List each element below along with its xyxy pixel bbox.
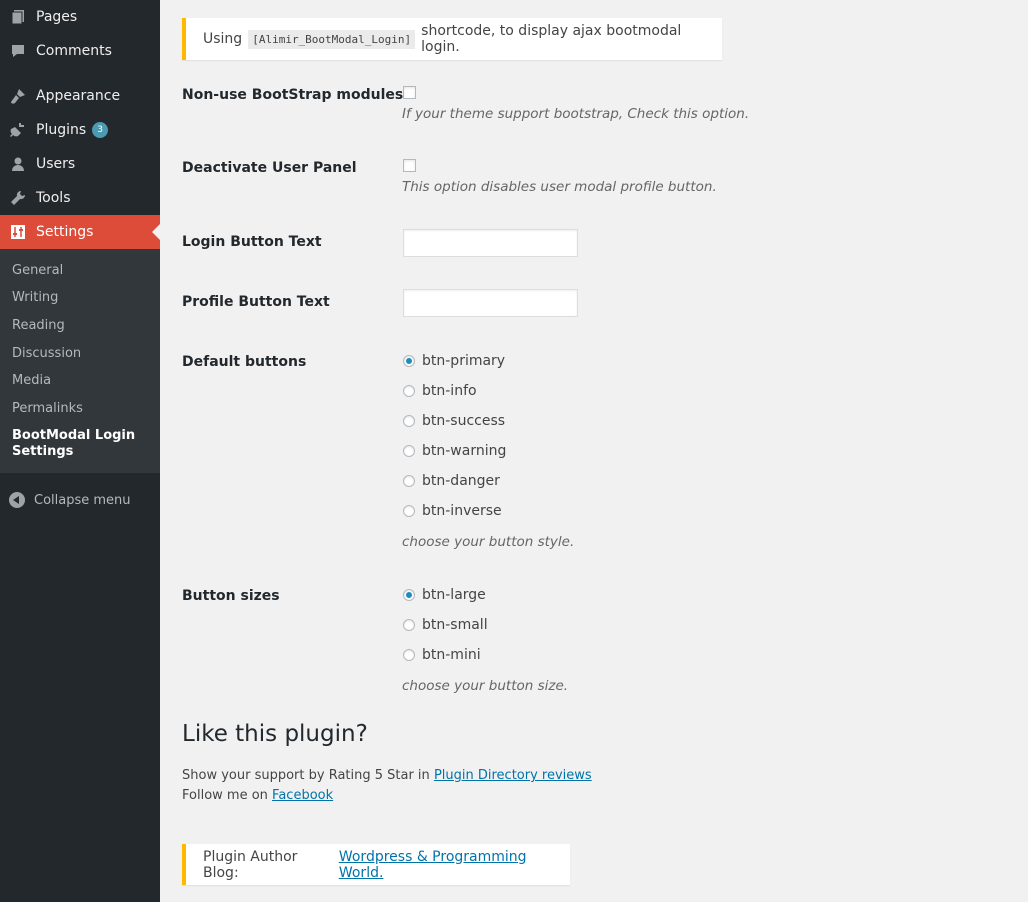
menu-comments[interactable]: Comments [0,34,160,68]
paintbrush-icon [0,87,36,105]
radio-label: btn-inverse [422,503,502,519]
radio-input[interactable] [403,355,415,367]
deactivate-panel-label: Deactivate User Panel [182,160,357,176]
menu-users[interactable]: Users [0,147,160,181]
shortcode-notice-before: Using [203,31,243,47]
facebook-link[interactable]: Facebook [272,788,333,803]
support-text: Show your support by Rating 5 Star in [182,768,430,783]
menu-appearance[interactable]: Appearance [0,79,160,113]
submenu-discussion[interactable]: Discussion [12,346,81,362]
radio-btn-inverse[interactable]: btn-inverse [403,503,502,519]
radio-btn-mini[interactable]: btn-mini [403,647,481,663]
radio-btn-large[interactable]: btn-large [403,587,486,603]
shortcode-code: [Alimir_BootModal_Login] [248,29,416,49]
profile-button-text-label: Profile Button Text [182,294,330,310]
radio-label: btn-mini [422,647,481,663]
plugins-update-badge: 3 [92,122,109,138]
current-menu-arrow [152,224,160,240]
submenu-writing[interactable]: Writing [12,290,58,306]
radio-label: btn-primary [422,353,506,369]
profile-button-text-input[interactable] [403,289,578,317]
menu-tools-label: Tools [36,190,71,206]
menu-comments-label: Comments [36,43,112,59]
pages-icon [0,9,36,25]
menu-settings[interactable]: Settings [0,215,160,249]
menu-appearance-label: Appearance [36,88,121,104]
support-line: Show your support by Rating 5 Star in Pl… [182,768,592,783]
radio-btn-small[interactable]: btn-small [403,617,488,633]
menu-pages-label: Pages [36,9,78,25]
radio-input[interactable] [403,589,415,601]
radio-btn-danger[interactable]: btn-danger [403,473,500,489]
button-sizes-label: Button sizes [182,588,280,604]
shortcode-notice: Using [Alimir_BootModal_Login] shortcode… [182,18,722,60]
nonuse-bootstrap-description: If your theme support bootstrap, Check t… [402,106,750,122]
collapse-arrow-icon [0,492,34,508]
radio-btn-success[interactable]: btn-success [403,413,505,429]
radio-btn-warning[interactable]: btn-warning [403,443,506,459]
settings-sliders-icon [0,224,36,240]
submenu-permalinks[interactable]: Permalinks [12,401,83,417]
radio-input[interactable] [403,649,415,661]
radio-input[interactable] [403,475,415,487]
menu-users-label: Users [36,156,76,172]
login-button-text-input[interactable] [403,229,578,257]
radio-input[interactable] [403,385,415,397]
radio-label: btn-small [422,617,488,633]
author-blog-link[interactable]: Wordpress & Programming World. [339,849,570,881]
menu-pages[interactable]: Pages [0,0,160,34]
radio-input[interactable] [403,415,415,427]
radio-label: btn-success [422,413,506,429]
submenu-bootmodal-login-settings[interactable]: BootModal Login Settings [12,428,152,460]
admin-sidebar: Pages Comments Appearance Plugins 3 User… [0,0,160,902]
menu-tools[interactable]: Tools [0,181,160,215]
submenu-media[interactable]: Media [12,373,51,389]
wrench-icon [0,190,36,206]
shortcode-notice-after: shortcode, to display ajax bootmodal log… [421,23,682,55]
plugin-directory-reviews-link[interactable]: Plugin Directory reviews [434,768,592,783]
radio-btn-primary[interactable]: btn-primary [403,353,505,369]
nonuse-bootstrap-label: Non-use BootStrap modules [182,87,404,103]
plugin-icon [0,121,36,139]
deactivate-panel-description: This option disables user modal profile … [402,179,717,195]
menu-plugins-label: Plugins [36,122,87,138]
radio-label: btn-large [422,587,486,603]
default-buttons-description: choose your button style. [402,534,575,550]
menu-plugins[interactable]: Plugins 3 [0,113,160,147]
radio-label: btn-danger [422,473,500,489]
default-buttons-label: Default buttons [182,354,307,370]
user-icon [0,156,36,172]
button-sizes-description: choose your button size. [402,678,569,694]
radio-input[interactable] [403,445,415,457]
submenu-reading[interactable]: Reading [12,318,65,334]
author-blog-text: Plugin Author Blog: [203,848,298,881]
submenu-general[interactable]: General [12,263,63,279]
nonuse-bootstrap-checkbox[interactable] [403,86,416,99]
radio-label: btn-info [422,383,477,399]
login-button-text-label: Login Button Text [182,234,322,250]
radio-input[interactable] [403,619,415,631]
follow-line: Follow me on Facebook [182,788,333,803]
radio-btn-info[interactable]: btn-info [403,383,477,399]
author-blog-notice: Plugin Author Blog: Wordpress & Programm… [182,844,570,885]
deactivate-panel-checkbox[interactable] [403,159,416,172]
like-plugin-heading: Like this plugin? [182,721,368,747]
comments-icon [0,43,36,59]
collapse-menu-button[interactable]: Collapse menu [0,488,131,512]
collapse-menu-label: Collapse menu [34,492,131,508]
follow-text: Follow me on [182,788,268,803]
settings-submenu: General Writing Reading Discussion Media… [0,249,160,473]
radio-label: btn-warning [422,443,507,459]
menu-settings-label: Settings [36,224,94,240]
radio-input[interactable] [403,505,415,517]
